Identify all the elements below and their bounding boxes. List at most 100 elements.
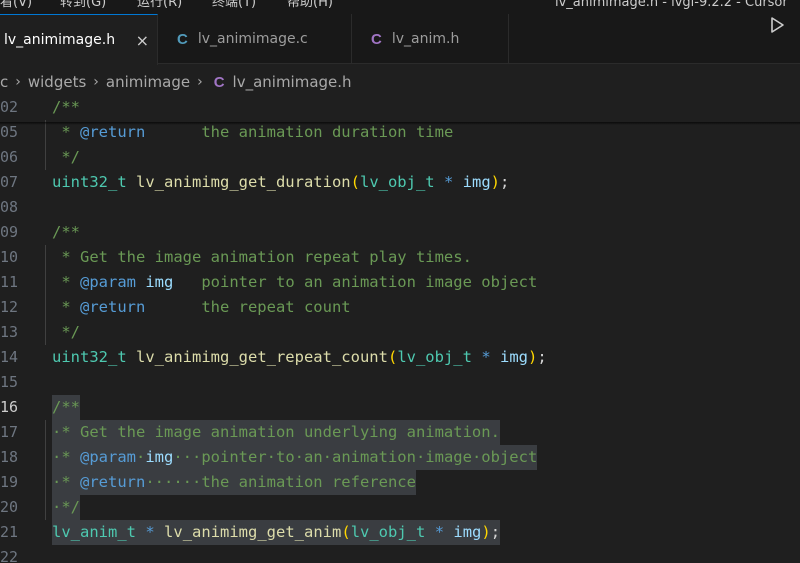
line-number: 13	[0, 323, 18, 341]
tab-lv_animimage-c[interactable]: Clv_animimage.c	[158, 14, 352, 64]
code-line[interactable]: 22	[0, 545, 800, 563]
code-line[interactable]: 15	[0, 370, 800, 395]
code-token: ·*	[52, 448, 80, 466]
code-text: uint32_t lv_animimg_get_repeat_count(lv_…	[52, 345, 547, 370]
line-number: 17	[0, 423, 18, 441]
code-token: (	[350, 173, 360, 191]
code-token: *	[52, 298, 80, 316]
indent-guide	[45, 420, 46, 445]
code-token: /**	[52, 398, 80, 416]
code-token: img	[145, 273, 174, 291]
code-token: the animation duration time	[145, 123, 454, 141]
close-icon[interactable]: ×	[136, 31, 149, 50]
tab-label: lv_animimage.h	[4, 32, 116, 48]
code-text: * Get the image animation repeat play ti…	[52, 245, 472, 270]
code-line[interactable]: 10 * Get the image animation repeat play…	[0, 245, 800, 270]
code-token: )	[490, 173, 501, 191]
code-token: *	[481, 348, 491, 366]
code-token: )	[481, 523, 491, 541]
code-token: ;	[490, 523, 501, 541]
line-number: 12	[0, 298, 18, 316]
code-line[interactable]: 11 * @param img pointer to an animation …	[0, 270, 800, 295]
code-token: ···pointer·to·an·animation·image·object	[173, 448, 538, 466]
line-number: 21	[0, 523, 18, 541]
code-line[interactable]: 07 uint32_t lv_animimg_get_duration(lv_ob…	[0, 170, 800, 195]
c-file-icon: C	[371, 30, 382, 48]
c-file-icon: C	[177, 30, 188, 48]
code-token: /**	[52, 223, 80, 241]
code-text: uint32_t lv_animimg_get_duration(lv_obj_…	[52, 170, 509, 195]
tab-label: lv_animimage.c	[197, 31, 308, 47]
code-line[interactable]: 09 /**	[0, 220, 800, 245]
code-token: img	[453, 523, 482, 541]
code-token: )	[528, 348, 538, 366]
code-token: *	[145, 523, 155, 541]
code-line[interactable]: 21 lv_anim_t * lv_animimg_get_anim(lv_obj…	[0, 520, 800, 545]
code-line[interactable]: 13 */	[0, 320, 800, 345]
line-number: 16	[0, 398, 18, 416]
code-token: (	[341, 523, 351, 541]
menu-item[interactable]: 看(V)	[0, 0, 32, 9]
code-line[interactable]: 20 ·*/	[0, 495, 800, 520]
code-token: @param	[80, 448, 136, 466]
breadcrumb-item[interactable]: widgets	[28, 73, 86, 91]
code-text: */	[52, 145, 80, 170]
code-line[interactable]: 08	[0, 195, 800, 220]
code-token: uint32_t	[52, 348, 127, 366]
code-text: lv_anim_t * lv_animimg_get_anim(lv_obj_t…	[52, 520, 501, 545]
code-token: ·*	[52, 473, 80, 491]
code-text: ·*/	[52, 495, 80, 520]
breadcrumb-item[interactable]: animimage	[106, 73, 190, 91]
chevron-right-icon: ›	[197, 74, 203, 90]
code-token: the repeat count	[145, 298, 351, 316]
code-token: /**	[52, 100, 80, 116]
indent-guide	[45, 445, 46, 470]
code-line[interactable]: 06 */	[0, 145, 800, 170]
code-text: /**	[52, 100, 80, 120]
tab-lv_animimage-h[interactable]: lv_animimage.h ×	[0, 14, 158, 65]
code-token: @return	[80, 473, 146, 491]
line-number: 09	[0, 223, 18, 241]
code-line[interactable]: 14 uint32_t lv_animimg_get_repeat_count(l…	[0, 345, 800, 370]
code-text: ·* @param·img···pointer·to·an·animation·…	[52, 445, 538, 470]
menu-item[interactable]: 运行(R)	[137, 0, 182, 9]
play-icon[interactable]	[766, 14, 788, 36]
line-number: 06	[0, 148, 18, 166]
code-token: img	[500, 348, 528, 366]
indent-guide	[45, 495, 46, 520]
code-line[interactable]: 17 ·* Get the image animation underlying …	[0, 420, 800, 445]
code-token: @return	[80, 298, 146, 316]
menu-item[interactable]: 帮助(H)	[287, 0, 333, 9]
code-line[interactable]: 19 ·* @return······the animation referenc…	[0, 470, 800, 495]
tab-lv_anim-h[interactable]: Clv_anim.h	[352, 14, 509, 64]
code-token: ·	[136, 448, 146, 466]
code-line[interactable]: 02 /**	[0, 100, 800, 120]
code-text: ·* Get the image animation underlying an…	[52, 420, 500, 445]
code-line[interactable]: 16 /**	[0, 395, 800, 420]
code-text: * @param img pointer to an animation ima…	[52, 270, 537, 295]
breadcrumb-file[interactable]: lv_animimage.h	[233, 73, 352, 91]
code-token: */	[52, 148, 80, 166]
code-token: ······the animation reference	[145, 473, 416, 491]
menu-item[interactable]: 转到(G)	[60, 0, 106, 9]
code-text: ·* @return······the animation reference	[52, 470, 416, 495]
line-number: 19	[0, 473, 18, 491]
window-title: lv_animimage.h - lvgl-9.2.2 - Cursor	[555, 0, 788, 10]
breadcrumb-item[interactable]: c	[0, 73, 8, 91]
code-token: lv_obj_t	[350, 523, 426, 541]
code-line[interactable]: 18 ·* @param·img···pointer·to·an·animatio…	[0, 445, 800, 470]
code-line[interactable]: 12 * @return the repeat count	[0, 295, 800, 320]
code-token: (	[387, 348, 398, 366]
code-editor[interactable]: 02/** 05 * @return the animation duration…	[0, 100, 800, 563]
menu-item[interactable]: 终端(T)	[212, 0, 256, 9]
code-token: ;	[500, 173, 510, 191]
menu-bar: 看(V) 转到(G) 运行(R) 终端(T) 帮助(H) lv_animimage.h -…	[0, 0, 800, 14]
line-number: 15	[0, 373, 18, 391]
